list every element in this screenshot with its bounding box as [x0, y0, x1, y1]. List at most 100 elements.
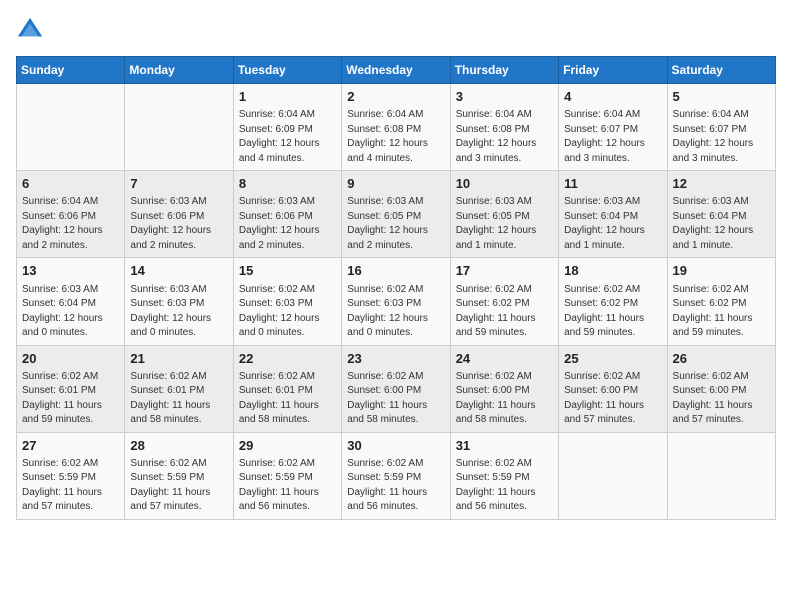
day-number: 22	[239, 350, 336, 368]
day-info: Sunrise: 6:04 AM Sunset: 6:08 PM Dayligh…	[347, 108, 444, 166]
day-number: 2	[347, 88, 444, 106]
calendar-cell: 21Sunrise: 6:02 AM Sunset: 6:01 PM Dayli…	[125, 345, 233, 432]
calendar-cell: 24 Sunrise: 6:02 AM Sunset: 6:00 PM Dayli…	[450, 345, 558, 432]
day-info: Sunrise: 6:02 AM Sunset: 6:02 PM Dayligh…	[564, 283, 661, 341]
logo	[16, 16, 48, 44]
calendar-cell	[559, 432, 667, 519]
day-info: Sunrise: 6:03 AM Sunset: 6:04 PM Dayligh…	[22, 283, 119, 341]
column-header-tuesday: Tuesday	[233, 57, 341, 84]
calendar-cell: 6 Sunrise: 6:04 AM Sunset: 6:06 PM Daylig…	[17, 171, 125, 258]
calendar-cell: 12 Sunrise: 6:03 AM Sunset: 6:04 PM Dayli…	[667, 171, 775, 258]
calendar-cell: 16 Sunrise: 6:02 AM Sunset: 6:03 PM Dayli…	[342, 258, 450, 345]
day-number: 17	[456, 262, 553, 280]
day-number: 13	[22, 262, 119, 280]
day-info: Sunrise: 6:02 AM Sunset: 6:00 PM Dayligh…	[673, 370, 770, 428]
day-info: Sunrise: 6:02 AM Sunset: 6:01 PM Dayligh…	[130, 370, 227, 428]
calendar-cell	[125, 84, 233, 171]
day-number: 1	[239, 88, 336, 106]
calendar-cell: 28Sunrise: 6:02 AM Sunset: 5:59 PM Dayli…	[125, 432, 233, 519]
day-info: Sunrise: 6:02 AM Sunset: 5:59 PM Dayligh…	[347, 457, 444, 515]
calendar-cell: 3 Sunrise: 6:04 AM Sunset: 6:08 PM Daylig…	[450, 84, 558, 171]
day-number: 15	[239, 262, 336, 280]
day-number: 20	[22, 350, 119, 368]
calendar-header-row: SundayMondayTuesdayWednesdayThursdayFrid…	[17, 57, 776, 84]
calendar-cell: 9 Sunrise: 6:03 AM Sunset: 6:05 PM Daylig…	[342, 171, 450, 258]
logo-icon	[16, 16, 44, 44]
day-info: Sunrise: 6:02 AM Sunset: 6:02 PM Dayligh…	[456, 283, 553, 341]
calendar-cell: 11Sunrise: 6:03 AM Sunset: 6:04 PM Dayli…	[559, 171, 667, 258]
calendar-cell: 4Sunrise: 6:04 AM Sunset: 6:07 PM Daylig…	[559, 84, 667, 171]
page-header	[16, 16, 776, 44]
calendar-cell: 23Sunrise: 6:02 AM Sunset: 6:00 PM Dayli…	[342, 345, 450, 432]
day-info: Sunrise: 6:02 AM Sunset: 6:01 PM Dayligh…	[22, 370, 119, 428]
calendar-cell	[17, 84, 125, 171]
calendar-cell: 20 Sunrise: 6:02 AM Sunset: 6:01 PM Dayli…	[17, 345, 125, 432]
day-number: 29	[239, 437, 336, 455]
calendar-cell: 18 Sunrise: 6:02 AM Sunset: 6:02 PM Dayli…	[559, 258, 667, 345]
day-info: Sunrise: 6:02 AM Sunset: 5:59 PM Dayligh…	[239, 457, 336, 515]
calendar-cell: 22 Sunrise: 6:02 AM Sunset: 6:01 PM Dayli…	[233, 345, 341, 432]
day-number: 3	[456, 88, 553, 106]
calendar-cell: 27 Sunrise: 6:02 AM Sunset: 5:59 PM Dayli…	[17, 432, 125, 519]
day-number: 7	[130, 175, 227, 193]
day-info: Sunrise: 6:02 AM Sunset: 6:00 PM Dayligh…	[564, 370, 661, 428]
day-info: Sunrise: 6:02 AM Sunset: 6:00 PM Dayligh…	[347, 370, 444, 428]
day-info: Sunrise: 6:04 AM Sunset: 6:09 PM Dayligh…	[239, 108, 336, 166]
day-number: 18	[564, 262, 661, 280]
calendar-week-row: 27 Sunrise: 6:02 AM Sunset: 5:59 PM Dayli…	[17, 432, 776, 519]
day-number: 16	[347, 262, 444, 280]
day-info: Sunrise: 6:03 AM Sunset: 6:03 PM Dayligh…	[130, 283, 227, 341]
day-info: Sunrise: 6:02 AM Sunset: 5:59 PM Dayligh…	[456, 457, 553, 515]
day-number: 14	[130, 262, 227, 280]
calendar-week-row: 13 Sunrise: 6:03 AM Sunset: 6:04 PM Dayli…	[17, 258, 776, 345]
calendar-week-row: 1 Sunrise: 6:04 AM Sunset: 6:09 PM Daylig…	[17, 84, 776, 171]
column-header-sunday: Sunday	[17, 57, 125, 84]
day-number: 26	[673, 350, 770, 368]
day-number: 11	[564, 175, 661, 193]
day-info: Sunrise: 6:03 AM Sunset: 6:06 PM Dayligh…	[239, 195, 336, 253]
day-info: Sunrise: 6:03 AM Sunset: 6:05 PM Dayligh…	[456, 195, 553, 253]
calendar-cell: 8 Sunrise: 6:03 AM Sunset: 6:06 PM Daylig…	[233, 171, 341, 258]
day-info: Sunrise: 6:02 AM Sunset: 6:00 PM Dayligh…	[456, 370, 553, 428]
calendar-week-row: 20 Sunrise: 6:02 AM Sunset: 6:01 PM Dayli…	[17, 345, 776, 432]
day-number: 6	[22, 175, 119, 193]
day-number: 19	[673, 262, 770, 280]
calendar-cell	[667, 432, 775, 519]
calendar-cell: 10 Sunrise: 6:03 AM Sunset: 6:05 PM Dayli…	[450, 171, 558, 258]
calendar-cell: 14 Sunrise: 6:03 AM Sunset: 6:03 PM Dayli…	[125, 258, 233, 345]
day-info: Sunrise: 6:04 AM Sunset: 6:07 PM Dayligh…	[673, 108, 770, 166]
day-number: 12	[673, 175, 770, 193]
day-number: 31	[456, 437, 553, 455]
calendar-cell: 5 Sunrise: 6:04 AM Sunset: 6:07 PM Daylig…	[667, 84, 775, 171]
column-header-friday: Friday	[559, 57, 667, 84]
day-info: Sunrise: 6:02 AM Sunset: 6:03 PM Dayligh…	[347, 283, 444, 341]
day-number: 27	[22, 437, 119, 455]
day-info: Sunrise: 6:02 AM Sunset: 6:01 PM Dayligh…	[239, 370, 336, 428]
day-number: 10	[456, 175, 553, 193]
calendar-cell: 13 Sunrise: 6:03 AM Sunset: 6:04 PM Dayli…	[17, 258, 125, 345]
day-number: 9	[347, 175, 444, 193]
calendar-cell: 1 Sunrise: 6:04 AM Sunset: 6:09 PM Daylig…	[233, 84, 341, 171]
calendar-cell: 31 Sunrise: 6:02 AM Sunset: 5:59 PM Dayli…	[450, 432, 558, 519]
calendar-cell: 7Sunrise: 6:03 AM Sunset: 6:06 PM Daylig…	[125, 171, 233, 258]
day-info: Sunrise: 6:02 AM Sunset: 6:03 PM Dayligh…	[239, 283, 336, 341]
day-number: 25	[564, 350, 661, 368]
day-number: 30	[347, 437, 444, 455]
day-number: 5	[673, 88, 770, 106]
day-info: Sunrise: 6:02 AM Sunset: 5:59 PM Dayligh…	[22, 457, 119, 515]
calendar-cell: 17 Sunrise: 6:02 AM Sunset: 6:02 PM Dayli…	[450, 258, 558, 345]
column-header-monday: Monday	[125, 57, 233, 84]
column-header-saturday: Saturday	[667, 57, 775, 84]
day-info: Sunrise: 6:03 AM Sunset: 6:04 PM Dayligh…	[673, 195, 770, 253]
day-number: 28	[130, 437, 227, 455]
day-info: Sunrise: 6:04 AM Sunset: 6:08 PM Dayligh…	[456, 108, 553, 166]
day-number: 8	[239, 175, 336, 193]
day-info: Sunrise: 6:04 AM Sunset: 6:06 PM Dayligh…	[22, 195, 119, 253]
calendar-cell: 15 Sunrise: 6:02 AM Sunset: 6:03 PM Dayli…	[233, 258, 341, 345]
day-info: Sunrise: 6:03 AM Sunset: 6:05 PM Dayligh…	[347, 195, 444, 253]
calendar-cell: 2 Sunrise: 6:04 AM Sunset: 6:08 PM Daylig…	[342, 84, 450, 171]
calendar-week-row: 6 Sunrise: 6:04 AM Sunset: 6:06 PM Daylig…	[17, 171, 776, 258]
calendar-cell: 26 Sunrise: 6:02 AM Sunset: 6:00 PM Dayli…	[667, 345, 775, 432]
day-number: 24	[456, 350, 553, 368]
calendar-cell: 25 Sunrise: 6:02 AM Sunset: 6:00 PM Dayli…	[559, 345, 667, 432]
